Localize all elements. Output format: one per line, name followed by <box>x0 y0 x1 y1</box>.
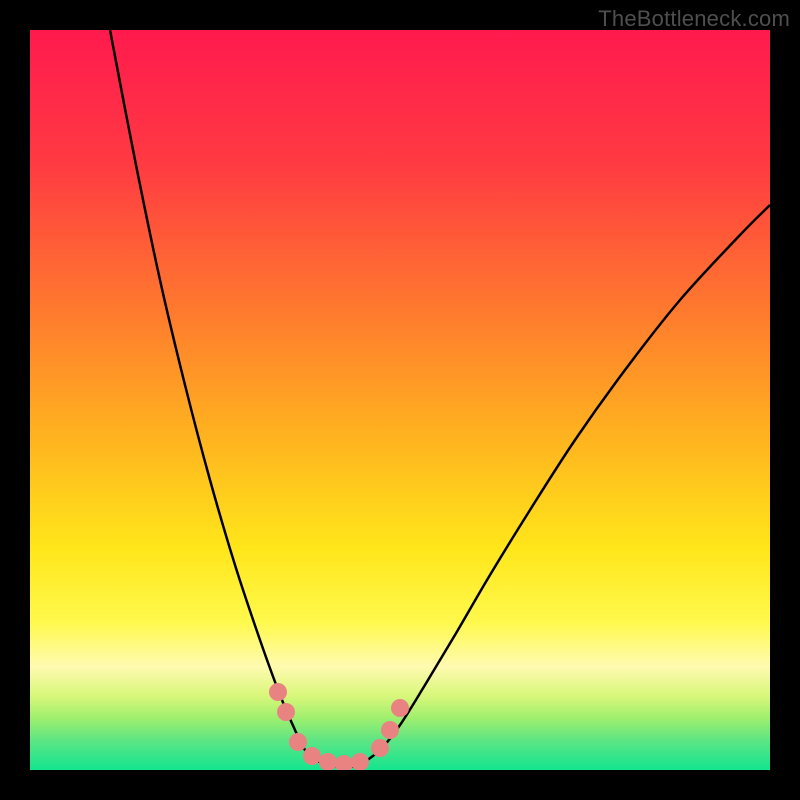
data-marker <box>277 703 295 721</box>
right-curve-path <box>360 205 770 765</box>
data-marker <box>289 733 307 751</box>
data-marker <box>269 683 287 701</box>
data-marker <box>303 747 321 765</box>
left-curve-path <box>110 30 330 765</box>
data-marker <box>351 753 369 770</box>
marker-group <box>269 683 409 770</box>
data-marker <box>381 721 399 739</box>
chart-frame <box>30 30 770 770</box>
data-marker <box>371 739 389 757</box>
data-marker <box>335 755 353 770</box>
chart-curves <box>30 30 770 770</box>
data-marker <box>391 699 409 717</box>
attribution-text: TheBottleneck.com <box>598 6 790 32</box>
data-marker <box>319 753 337 770</box>
